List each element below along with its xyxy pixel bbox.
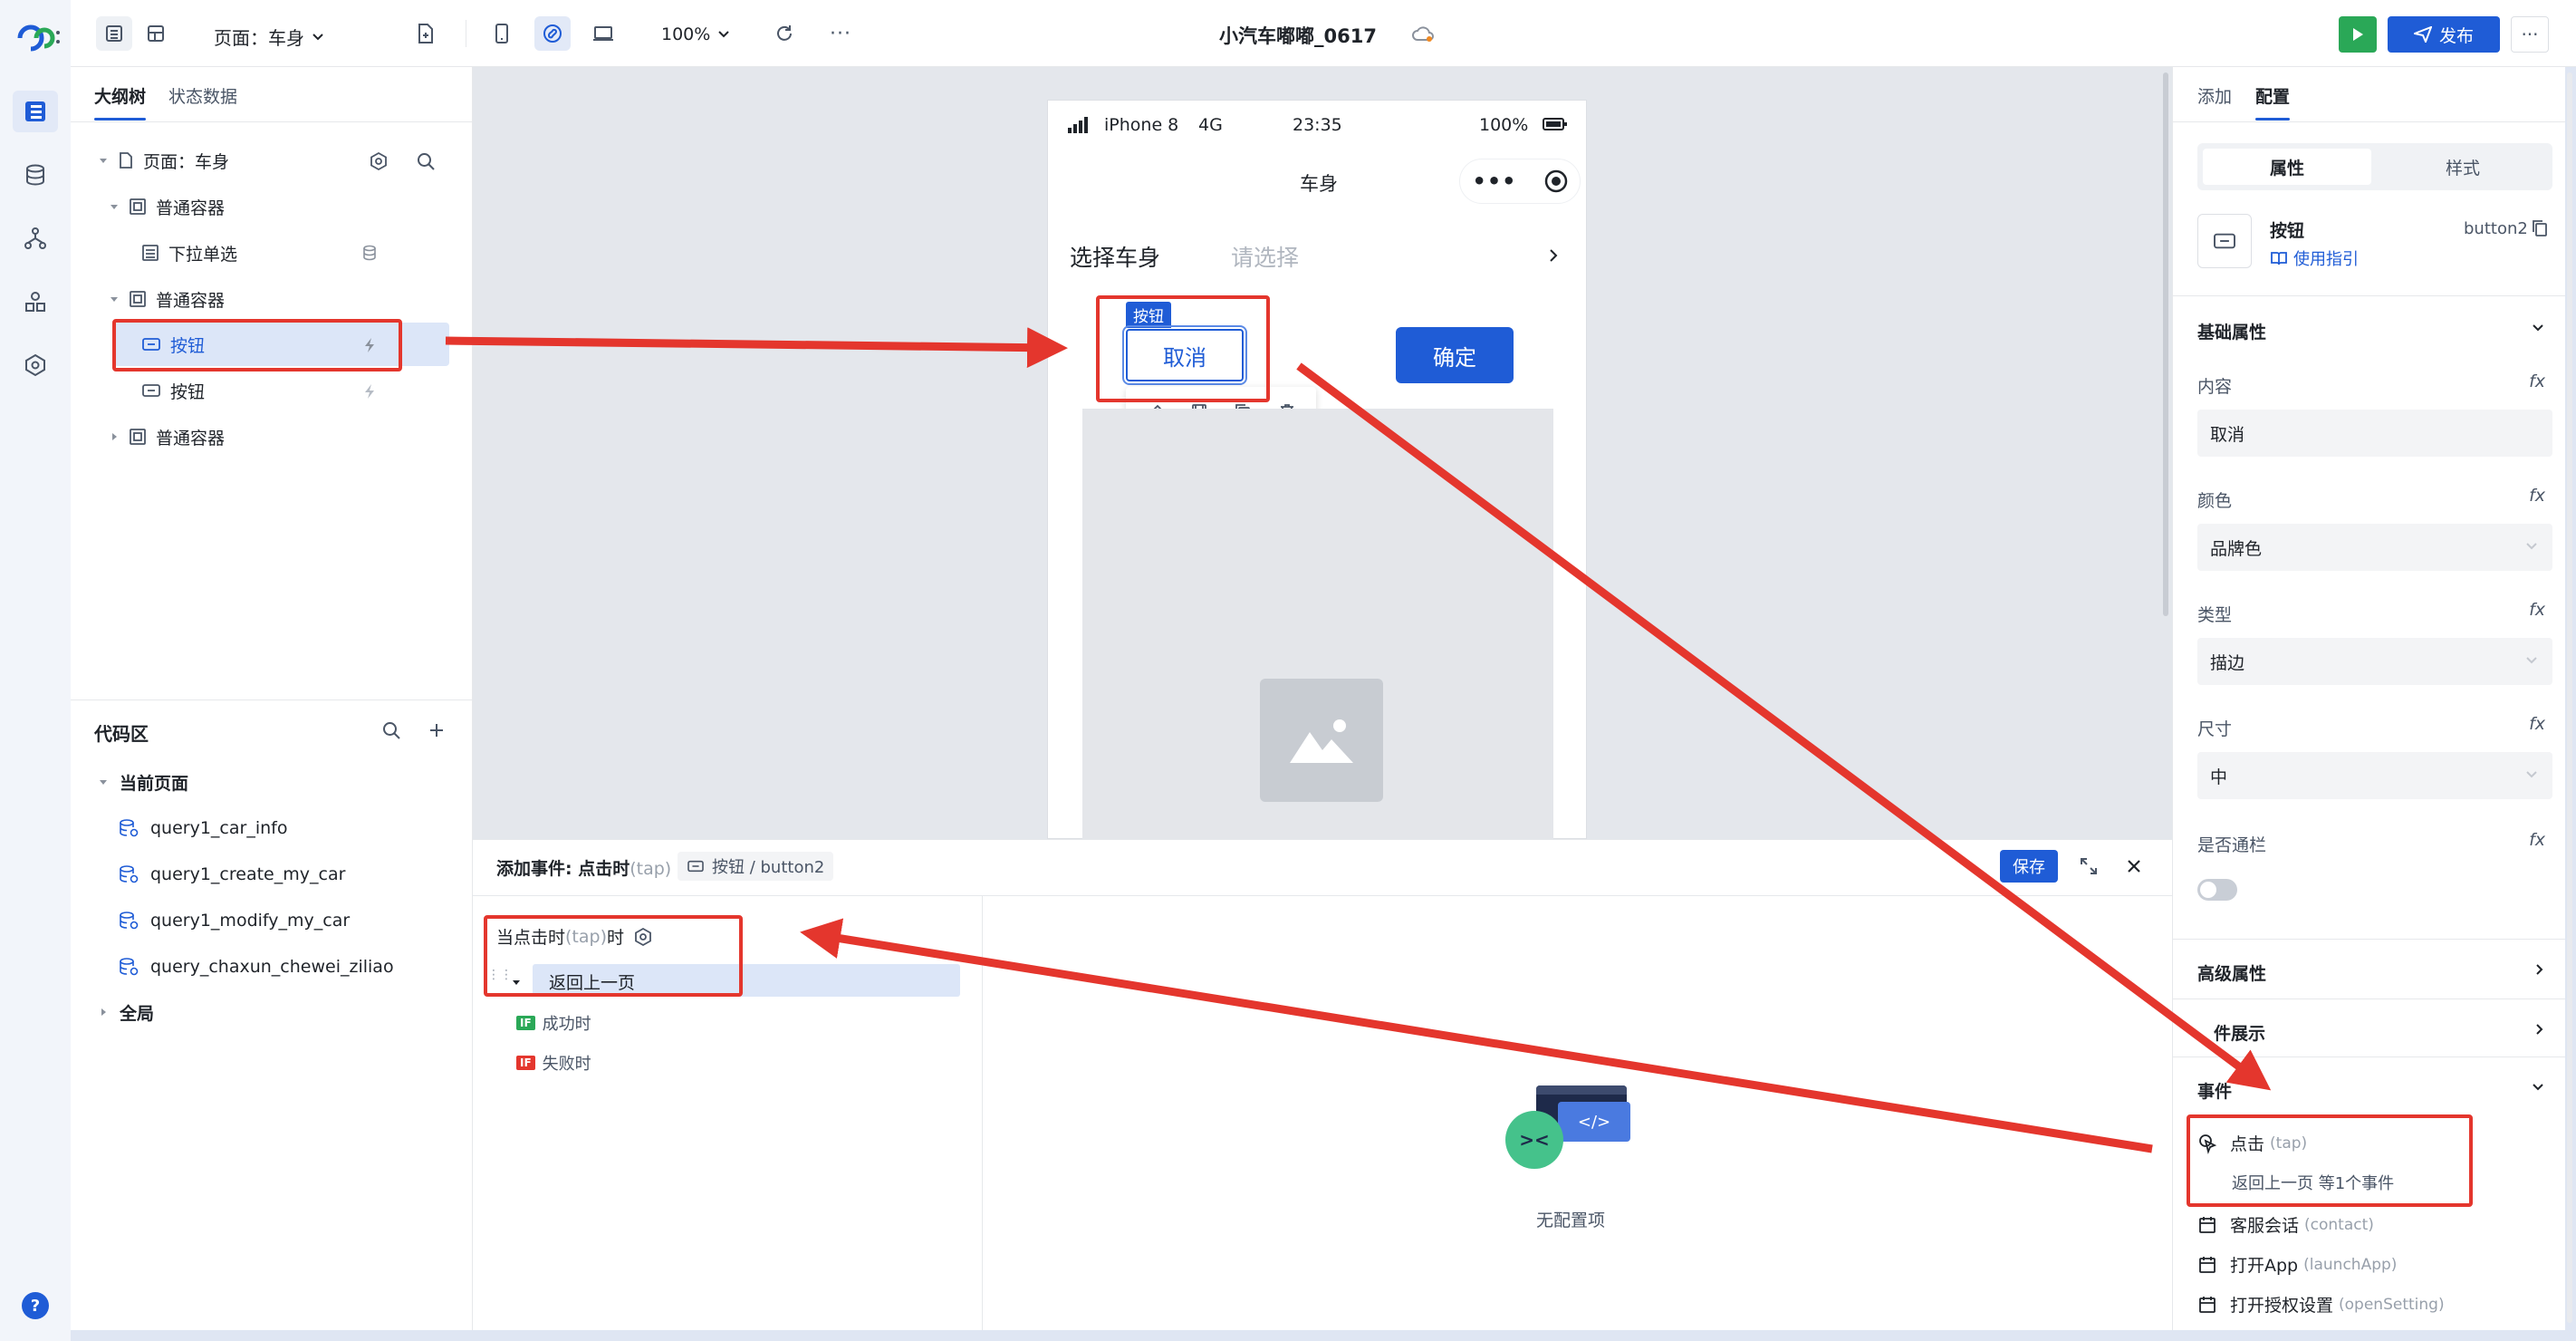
annotation-arrow-preview-to-events <box>1296 362 2272 1091</box>
annotation-arrows <box>445 327 2272 1153</box>
annotation-arrow-tap-to-trigger <box>800 918 2153 1153</box>
annotation-arrow-tree-to-preview <box>445 327 1068 369</box>
